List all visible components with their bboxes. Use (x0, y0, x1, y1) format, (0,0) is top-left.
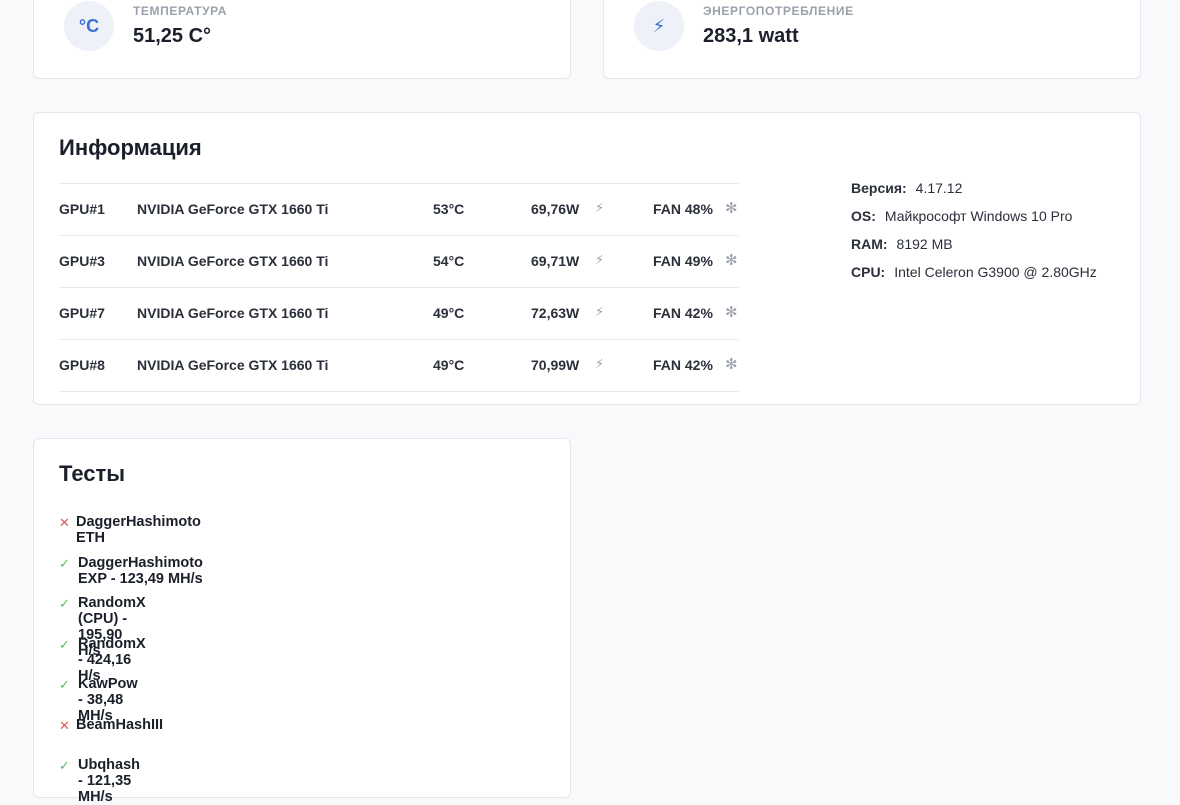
sys-version: Версия: 4.17.12 (851, 181, 1121, 195)
table-row: GPU#8 NVIDIA GeForce GTX 1660 Ti 49°C 70… (59, 339, 739, 392)
temperature-label: ТЕМПЕРАТУРА (133, 4, 227, 18)
check-icon: ✓ (59, 596, 70, 611)
sys-key: Версия: (851, 180, 907, 196)
gpu-name: NVIDIA GeForce GTX 1660 Ti (137, 201, 329, 217)
test-label: BeamHashIII (76, 716, 164, 733)
sys-key: OS: (851, 208, 876, 224)
lightning-icon: ⚡ (595, 200, 605, 215)
celsius-icon: °C (64, 1, 114, 51)
sys-value: Intel Celeron G3900 @ 2.80GHz (894, 264, 1097, 280)
fan-icon: ✻ (725, 356, 738, 373)
lightning-icon: ⚡ (595, 252, 605, 267)
gpu-name: NVIDIA GeForce GTX 1660 Ti (137, 305, 329, 321)
gpu-power: 70,99W (531, 357, 580, 373)
check-icon: ✓ (59, 677, 70, 692)
power-value: 283,1 watt (703, 25, 799, 47)
gpu-power: 69,71W (531, 253, 580, 269)
temperature-card: °C ТЕМПЕРАТУРА 51,25 C° (33, 0, 571, 79)
gpu-fan: FAN 48% (653, 201, 713, 217)
sys-value: Майкрософт Windows 10 Pro (884, 208, 1073, 224)
temperature-value: 51,25 C° (133, 25, 212, 47)
system-info: Версия: 4.17.12 OS: Майкрософт Windows 10 … (851, 181, 1121, 293)
cross-icon: ✕ (59, 717, 70, 733)
fan-icon: ✻ (725, 304, 738, 321)
table-row: GPU#3 NVIDIA GeForce GTX 1660 Ti 54°C 69… (59, 235, 739, 287)
tests-card: Тесты ✕ DaggerHashimoto ETH ✓ DaggerHash… (33, 438, 571, 805)
tests-title: Тесты (59, 461, 126, 486)
sys-ram: RAM: 8192 MB (851, 237, 1121, 251)
gpu-temp: 53°C (433, 201, 465, 217)
table-row: GPU#7 NVIDIA GeForce GTX 1660 Ti 49°C 72… (59, 287, 739, 339)
sys-value: 4.17.12 (915, 180, 963, 196)
test-label: Ubqhash - 121,35 MH/s (78, 757, 141, 805)
fan-icon: ✻ (725, 200, 738, 217)
gpu-id: GPU#8 (59, 357, 105, 373)
gpu-fan: FAN 42% (653, 305, 713, 321)
check-icon: ✓ (59, 555, 70, 571)
sys-os: OS: Майкрософт Windows 10 Pro (851, 209, 1121, 223)
gpu-temp: 54°C (433, 253, 465, 269)
gpu-id: GPU#3 (59, 253, 105, 269)
lightning-icon: ⚡ (634, 1, 684, 51)
info-card: Информация GPU#1 NVIDIA GeForce GTX 1660… (33, 112, 1141, 405)
gpu-power: 69,76W (531, 201, 580, 217)
sys-value: 8192 MB (896, 236, 953, 252)
power-label: ЭНЕРГОПОТРЕБЛЕНИЕ (703, 4, 854, 18)
lightning-icon: ⚡ (595, 304, 605, 319)
test-label: DaggerHashimoto EXP - 123,49 MH/s (78, 554, 203, 587)
power-card: ⚡ ЭНЕРГОПОТРЕБЛЕНИЕ 283,1 watt (603, 0, 1141, 79)
table-row: GPU#1 NVIDIA GeForce GTX 1660 Ti 53°C 69… (59, 183, 739, 235)
gpu-fan: FAN 42% (653, 357, 713, 373)
gpu-id: GPU#1 (59, 201, 105, 217)
fan-icon: ✻ (725, 252, 738, 269)
gpu-temp: 49°C (433, 305, 465, 321)
gpu-power: 72,63W (531, 305, 580, 321)
cross-icon: ✕ (59, 515, 70, 530)
sys-cpu: CPU: Intel Celeron G3900 @ 2.80GHz (851, 265, 1121, 279)
test-label: DaggerHashimoto ETH (76, 514, 201, 546)
lightning-icon: ⚡ (595, 356, 605, 371)
check-icon: ✓ (59, 758, 70, 773)
gpu-table: GPU#1 NVIDIA GeForce GTX 1660 Ti 53°C 69… (59, 183, 739, 392)
gpu-name: NVIDIA GeForce GTX 1660 Ti (137, 357, 329, 373)
gpu-temp: 49°C (433, 357, 465, 373)
check-icon: ✓ (59, 636, 70, 652)
gpu-fan: FAN 49% (653, 253, 713, 269)
sys-key: RAM: (851, 236, 888, 252)
gpu-id: GPU#7 (59, 305, 105, 321)
gpu-name: NVIDIA GeForce GTX 1660 Ti (137, 253, 329, 269)
sys-key: CPU: (851, 264, 886, 280)
info-title: Информация (59, 135, 202, 160)
